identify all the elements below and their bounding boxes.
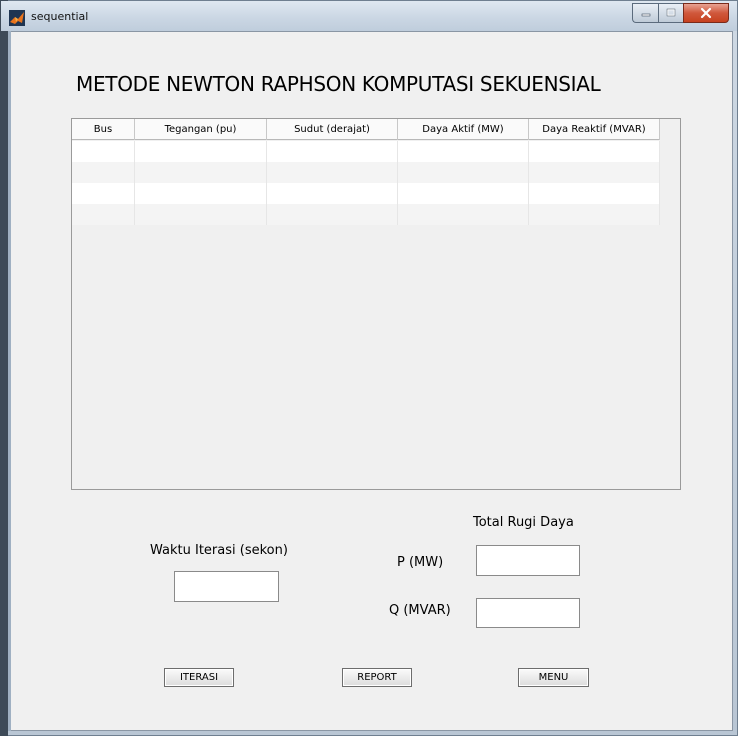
column-header-tegangan[interactable]: Tegangan (pu): [135, 119, 267, 140]
menu-button[interactable]: MENU: [518, 668, 589, 687]
q-mvar-label: Q (MVAR): [389, 603, 451, 618]
table-cell[interactable]: [529, 141, 660, 162]
q-mvar-field[interactable]: [476, 598, 580, 628]
table-header: Bus Tegangan (pu) Sudut (derajat) Daya A…: [72, 119, 660, 140]
table-row[interactable]: [72, 183, 660, 204]
table-row[interactable]: [72, 141, 660, 162]
table-cell[interactable]: [529, 162, 660, 183]
window-title: sequential: [31, 10, 89, 23]
column-header-sudut[interactable]: Sudut (derajat): [267, 119, 398, 140]
table-cell[interactable]: [398, 141, 529, 162]
total-rugi-daya-label: Total Rugi Daya: [473, 515, 574, 530]
table-body: [72, 141, 660, 225]
p-mw-label: P (MW): [397, 555, 444, 570]
table-cell[interactable]: [529, 204, 660, 225]
column-header-bus[interactable]: Bus: [72, 119, 135, 140]
maximize-button[interactable]: [658, 3, 683, 23]
window-controls: [632, 3, 729, 23]
window-left-border: [8, 31, 11, 731]
close-icon: [700, 7, 712, 19]
window-left-edge: [0, 0, 8, 736]
minimize-icon: [641, 13, 650, 17]
table-cell[interactable]: [267, 204, 398, 225]
maximize-icon: [666, 8, 676, 17]
iterasi-button[interactable]: ITERASI: [164, 668, 234, 687]
table-cell[interactable]: [398, 162, 529, 183]
table-cell[interactable]: [72, 141, 135, 162]
column-header-daya-aktif[interactable]: Daya Aktif (MW): [398, 119, 529, 140]
title-bar[interactable]: sequential: [1, 1, 737, 31]
table-cell[interactable]: [72, 162, 135, 183]
matlab-icon: [9, 10, 25, 26]
table-cell[interactable]: [135, 162, 267, 183]
waktu-iterasi-label: Waktu Iterasi (sekon): [150, 543, 288, 558]
report-button[interactable]: REPORT: [342, 668, 412, 687]
page-title: METODE NEWTON RAPHSON KOMPUTASI SEKUENSI…: [76, 72, 601, 96]
table-cell[interactable]: [529, 183, 660, 204]
table-cell[interactable]: [135, 183, 267, 204]
table-cell[interactable]: [135, 141, 267, 162]
table-cell[interactable]: [398, 183, 529, 204]
table-cell[interactable]: [135, 204, 267, 225]
waktu-iterasi-field[interactable]: [174, 571, 279, 602]
table-cell[interactable]: [267, 162, 398, 183]
table-cell[interactable]: [267, 141, 398, 162]
table-cell[interactable]: [72, 204, 135, 225]
table-row[interactable]: [72, 204, 660, 225]
table-row[interactable]: [72, 162, 660, 183]
close-button[interactable]: [683, 3, 729, 23]
minimize-button[interactable]: [632, 3, 658, 23]
results-table[interactable]: Bus Tegangan (pu) Sudut (derajat) Daya A…: [71, 118, 681, 490]
p-mw-field[interactable]: [476, 545, 580, 576]
table-cell[interactable]: [267, 183, 398, 204]
table-cell[interactable]: [398, 204, 529, 225]
column-header-daya-reaktif[interactable]: Daya Reaktif (MVAR): [529, 119, 660, 140]
table-cell[interactable]: [72, 183, 135, 204]
